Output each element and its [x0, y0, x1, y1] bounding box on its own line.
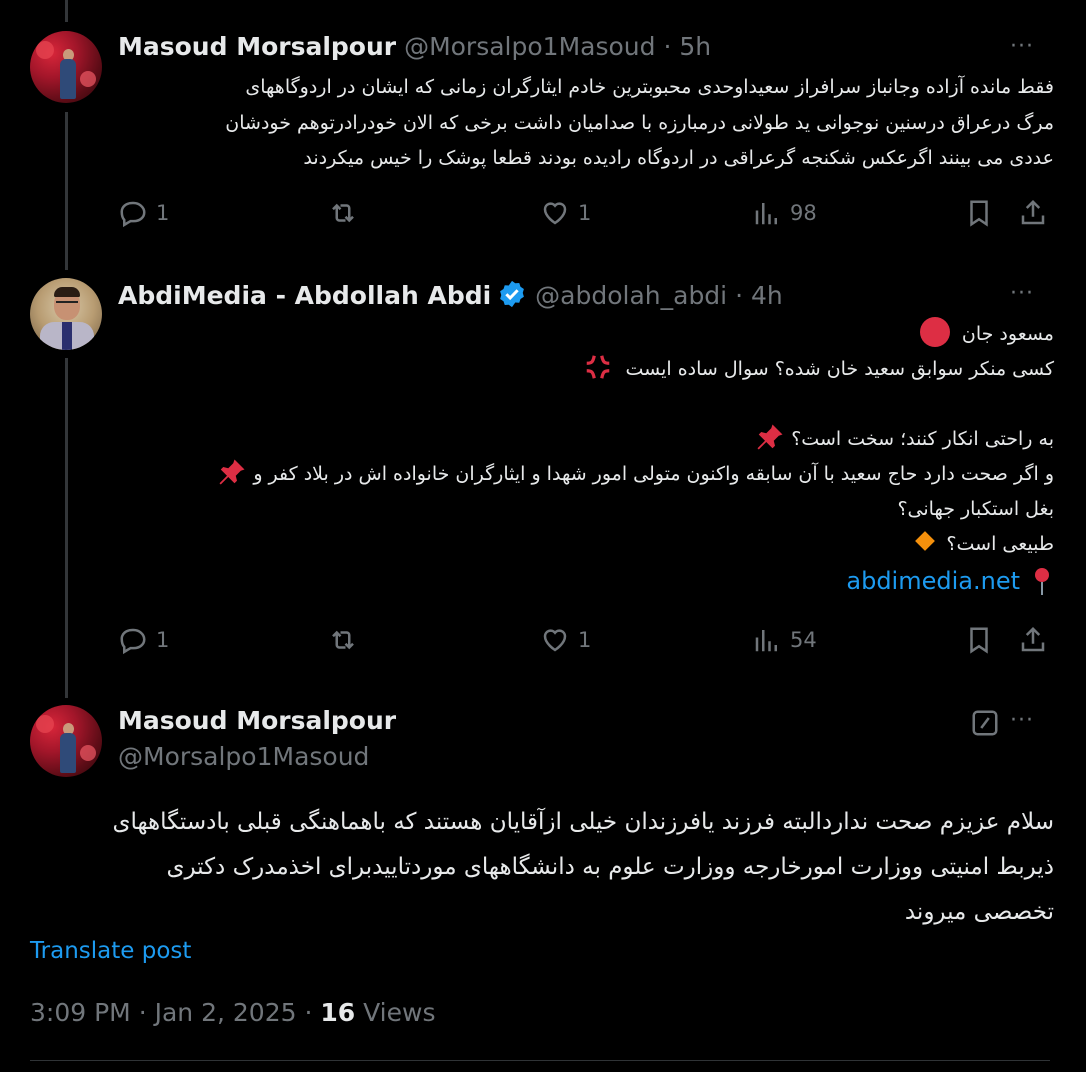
tweet-actions: 1 1 98 [118, 198, 1054, 238]
separator-dot: · [304, 998, 313, 1027]
repost-button[interactable] [328, 198, 358, 228]
reply-count: 1 [156, 628, 170, 652]
text-line-content: و اگر صحت دارد حاج سعید با آن سابقه واکن… [253, 463, 1054, 485]
text-line: تخصصی میروند [904, 899, 1054, 925]
author-handle[interactable]: @Morsalpo1Masoud [404, 32, 655, 61]
views-total: 16 [320, 998, 356, 1027]
text-line: مرگ درعراق درسنین نوجوانی ید طولانی درمب… [225, 111, 1054, 134]
repost-button[interactable] [328, 625, 358, 655]
website-link[interactable]: abdimedia.net [846, 567, 1020, 595]
reply-icon [120, 628, 146, 655]
tweet-header: AbdiMedia - Abdollah Abdi @abdolah_abdi … [118, 279, 783, 310]
bookmark-icon [970, 627, 988, 654]
views-button[interactable]: 54 [752, 625, 817, 655]
timestamp[interactable]: 4h [751, 281, 783, 310]
author-name[interactable]: Masoud Morsalpour [118, 706, 396, 735]
pushpin-icon [217, 457, 247, 487]
like-icon [543, 202, 567, 225]
pushpin-icon [755, 422, 785, 452]
text-line: و اگر صحت دارد حاج سعید با آن سابقه واکن… [118, 457, 1054, 492]
share-icon [1021, 626, 1045, 652]
thread-line [65, 358, 68, 698]
text-line: کسی منکر سوابق سعید خان شده؟ سوال ساده ا… [118, 352, 1054, 387]
avatar[interactable] [30, 705, 102, 777]
orange-diamond-icon [915, 531, 936, 551]
tweet-text: مسعود جان کسی منکر سوابق سعید خان شده؟ س… [118, 317, 1054, 601]
text-line: طبیعی است؟ [118, 527, 1054, 562]
repost-icon [332, 630, 354, 650]
author-name[interactable]: Masoud Morsalpour [118, 32, 396, 61]
more-icon[interactable]: ··· [1010, 708, 1034, 733]
more-icon[interactable]: ··· [1010, 34, 1034, 59]
reply-count: 1 [156, 201, 170, 225]
share-icon [1021, 199, 1045, 225]
text-line-content: طبیعی است؟ [946, 533, 1054, 555]
like-button[interactable]: 1 [540, 625, 591, 655]
views-icon [755, 630, 777, 652]
bookmark-icon [970, 200, 988, 227]
translate-link[interactable]: Translate post [30, 938, 191, 964]
timestamp[interactable]: 5h [679, 32, 711, 61]
reply-button[interactable]: 1 [118, 198, 169, 228]
views-icon [755, 203, 777, 225]
views-count: 98 [790, 201, 817, 225]
reply-icon [120, 201, 146, 228]
tweet-text: سلام عزیزم صحت نداردالبته فرزند یافرزندا… [30, 800, 1054, 935]
tweet-header: Masoud Morsalpour @Morsalpo1Masoud · 5h [118, 32, 711, 61]
views-label: Views [363, 998, 436, 1027]
author-handle[interactable]: @Morsalpo1Masoud [118, 742, 369, 771]
pin-icon [1030, 566, 1054, 596]
views-button[interactable]: 98 [752, 198, 817, 228]
text-line: به راحتی انکار کنند؛ سخت است؟ [118, 422, 1054, 457]
like-count: 1 [578, 201, 592, 225]
separator-dot: · [735, 281, 744, 310]
tweet-actions: 1 1 54 [118, 625, 1054, 665]
reply-button[interactable]: 1 [118, 625, 169, 655]
text-line-content: به راحتی انکار کنند؛ سخت است؟ [791, 428, 1054, 450]
text-line: ذیربط امنیتی ووزارت امورخارجه ووزارت علو… [166, 854, 1054, 880]
share-button[interactable] [1018, 625, 1048, 655]
author-name[interactable]: AbdiMedia - Abdollah Abdi [118, 281, 491, 310]
avatar[interactable] [30, 31, 102, 103]
thread-line [65, 112, 68, 270]
text-line: abdimedia.net [118, 564, 1054, 601]
edit-icon[interactable] [970, 708, 1000, 738]
divider [30, 1060, 1050, 1061]
more-icon[interactable]: ··· [1010, 281, 1034, 306]
author-handle[interactable]: @abdolah_abdi [535, 281, 727, 310]
post-date[interactable]: Jan 2, 2025 [155, 998, 297, 1027]
bookmark-button[interactable] [964, 198, 994, 228]
red-circle-icon [919, 317, 950, 347]
like-count: 1 [578, 628, 592, 652]
like-button[interactable]: 1 [540, 198, 591, 228]
text-line: سلام عزیزم صحت نداردالبته فرزند یافرزندا… [112, 809, 1054, 835]
thread-line [65, 0, 68, 22]
share-button[interactable] [1018, 198, 1048, 228]
text-line: عددی می بینند اگرعکس شکنجه گرعراقی در ار… [303, 147, 1054, 169]
avatar[interactable] [30, 278, 102, 350]
views-count: 54 [790, 628, 817, 652]
separator-dot: · [138, 998, 147, 1027]
text-line: فقط مانده آزاده وجانباز سرافراز سعیداوحد… [245, 76, 1054, 98]
text-line: بغل استکبار جهانی؟ [897, 498, 1054, 520]
like-icon [543, 629, 567, 652]
separator-dot: · [663, 32, 672, 61]
bookmark-button[interactable] [964, 625, 994, 655]
text-line-content: کسی منکر سوابق سعید خان شده؟ سوال ساده ا… [625, 358, 1054, 380]
tweet-meta: 3:09 PM · Jan 2, 2025 · 16 Views [30, 998, 435, 1027]
text-line-content: مسعود جان [961, 323, 1054, 345]
verified-icon [497, 279, 527, 309]
tweet-text: فقط مانده آزاده وجانباز سرافراز سعیداوحد… [118, 70, 1054, 177]
repost-icon [332, 203, 354, 223]
text-line: مسعود جان [118, 317, 1054, 352]
anger-icon [583, 352, 613, 382]
text-line [118, 387, 1054, 422]
post-time[interactable]: 3:09 PM [30, 998, 131, 1027]
